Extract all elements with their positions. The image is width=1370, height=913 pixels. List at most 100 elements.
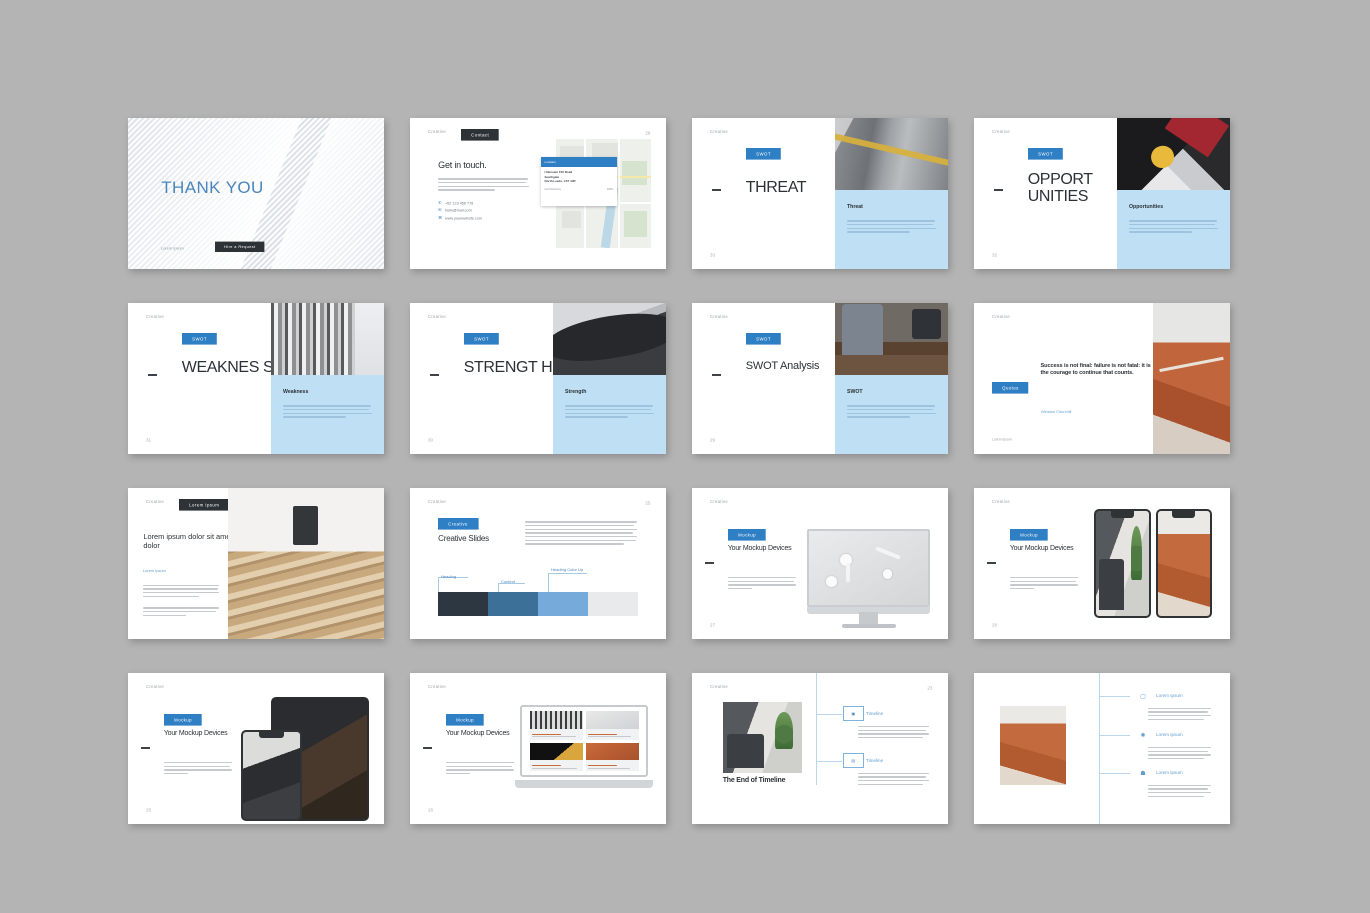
- page-number: 32: [991, 252, 997, 259]
- slide-swot-analysis[interactable]: Creative SWOT SWOT Analysis 29 SWOT: [692, 303, 948, 454]
- hire-request-button[interactable]: Hire a Request: [215, 241, 265, 253]
- threat-title: THREAT: [745, 178, 807, 196]
- opportunities-panel: Opportunities: [1117, 190, 1230, 269]
- feature-photo: [999, 706, 1067, 785]
- lorem-cover-subtitle: Lorem Ipsum: [143, 568, 167, 574]
- swot-panel-text: [846, 405, 937, 418]
- quote-footer-note: Lorem Ipsum: [991, 438, 1012, 442]
- slide-threat[interactable]: Creative SWOT THREAT 33 Threat: [692, 118, 948, 269]
- contact-value: +62 123 456 778: [445, 200, 474, 206]
- title-dash: [986, 561, 996, 564]
- imac-screen: [807, 528, 931, 607]
- page-number: 26: [427, 807, 433, 814]
- phone-screen-photo: [1157, 511, 1211, 616]
- imac-mockup: [807, 528, 931, 629]
- palette-label: Content: [501, 579, 516, 585]
- laptop-screen: [520, 704, 649, 778]
- swot-pill: SWOT: [463, 333, 499, 345]
- laptop-base: [514, 779, 654, 788]
- contact-value: hello@mail.com: [445, 207, 472, 213]
- location-card[interactable]: Location Unknown 156 Road Southgate Nort…: [540, 157, 618, 206]
- mockup-title: Your Mockup Devices: [1009, 545, 1074, 553]
- timeline-photo: [722, 701, 803, 773]
- palette-label: Heading Color Up: [551, 567, 584, 573]
- slide-mockup-tablet[interactable]: Creative 25 Mockup Your Mockup Devices: [128, 673, 384, 824]
- page-number: 30: [427, 437, 433, 444]
- mockup-title: Your Mockup Devices: [163, 730, 228, 738]
- location-card-body: Unknown 156 Road Southgate North Leeds, …: [541, 167, 618, 194]
- timeline-connector: [816, 713, 842, 715]
- brand-label: Creative: [991, 500, 1010, 505]
- swot-pill: SWOT: [181, 333, 217, 345]
- phone-screen-photo: [1096, 511, 1149, 616]
- mockup-paragraph: [163, 762, 233, 775]
- slide-lorem-cover[interactable]: Creative Lorem Ipsum Lorem ipsum dolor s…: [128, 488, 384, 639]
- user-icon: ☗: [1140, 770, 1146, 777]
- mockup-pill: Mockup: [727, 528, 766, 541]
- slide-quote[interactable]: Creative Quotes Success is not final: fa…: [974, 303, 1230, 454]
- website-card: [529, 710, 583, 740]
- bag-icon: ▢: [1140, 693, 1146, 700]
- page-number: 29: [645, 130, 651, 137]
- brand-label: Creative: [145, 315, 164, 320]
- slide-thank-you[interactable]: THANK YOU Lorem Ipsum Hire a Request: [128, 118, 384, 269]
- palette-swatch[interactable]: [438, 592, 489, 617]
- weakness-panel-text: [282, 405, 373, 418]
- website-card: [529, 742, 583, 772]
- image-icon: ▣: [843, 706, 864, 722]
- phone-notch: [1110, 511, 1134, 519]
- title-dash: [712, 188, 722, 191]
- title-dash: [422, 746, 432, 749]
- slide-opportunities[interactable]: Creative SWOT OPPORT UNITIES 32 Opportun…: [974, 118, 1230, 269]
- slide-mockup-laptop[interactable]: Creative 26 Mockup Your Mockup Devices: [410, 673, 666, 824]
- gear-icon: ✺: [1140, 733, 1146, 740]
- feature-connector: [1099, 772, 1131, 774]
- brand-label: Creative: [427, 315, 446, 320]
- get-directions-link[interactable]: Get Directions: [545, 188, 561, 191]
- contact-item[interactable]: ✆ +62 123 456 778: [438, 200, 540, 206]
- contact-item[interactable]: ✉ hello@mail.com: [438, 207, 540, 213]
- swot-pill: SWOT: [1027, 148, 1063, 160]
- threat-panel-title: Threat: [846, 203, 863, 210]
- strength-photo: [553, 303, 666, 376]
- contact-list: ✆ +62 123 456 778 ✉ hello@mail.com ⌘ www…: [438, 201, 540, 223]
- slide-creative-slides[interactable]: Creative 25 Creative Creative Slides Hea…: [410, 488, 666, 639]
- brand-label: Creative: [709, 130, 728, 135]
- opportunities-photo: [1117, 118, 1230, 191]
- thank-you-footer-note: Lorem Ipsum: [161, 245, 185, 251]
- brand-label: Creative: [991, 315, 1010, 320]
- imac-stand-neck: [858, 612, 879, 625]
- slide-end-of-timeline[interactable]: Creative 23 The End of Timeline ▣ Timeli…: [692, 673, 948, 824]
- threat-photo: [835, 118, 948, 191]
- phone-mockup: [240, 730, 303, 821]
- mockup-paragraph: [727, 577, 797, 590]
- mockup-pill: Mockup: [163, 713, 202, 726]
- feature-item-label: Lorem Ipsum: [1155, 731, 1183, 738]
- palette-swatch[interactable]: [537, 592, 588, 617]
- brand-label: Creative: [145, 685, 164, 690]
- swot-panel-title: SWOT: [846, 388, 863, 395]
- address-line: North Leeds, LS7 4JR: [544, 179, 576, 184]
- page-number: 25: [145, 807, 151, 814]
- laptop-mockup: [514, 704, 654, 790]
- slide-weakness[interactable]: Creative SWOT WEAKNES S 31 Weakness: [128, 303, 384, 454]
- slide-get-in-touch[interactable]: Creative Contact 29 Get in touch. ✆ +62 …: [410, 118, 666, 269]
- palette-swatch[interactable]: [587, 592, 638, 617]
- slide-mockup-phones[interactable]: Creative 28 Mockup Your Mockup Devices: [974, 488, 1230, 639]
- mockup-title: Your Mockup Devices: [445, 730, 510, 738]
- slide-grid: THANK YOU Lorem Ipsum Hire a Request Cre…: [128, 118, 1253, 824]
- thank-you-title: THANK YOU: [161, 178, 264, 198]
- website-card: [585, 710, 639, 740]
- brand-label: Creative: [145, 500, 164, 505]
- slide-mockup-imac[interactable]: Creative 27 Mockup Your Mockup Devices: [692, 488, 948, 639]
- palette-swatch[interactable]: [488, 592, 538, 617]
- feature-connector: [1099, 695, 1131, 697]
- creative-slides-paragraph: [525, 521, 638, 545]
- contact-item[interactable]: ⌘ www.yourwebsite.com: [438, 215, 540, 220]
- phone-screen-photo: [242, 732, 301, 819]
- feature-connector: [1099, 734, 1131, 736]
- slide-strength[interactable]: Creative SWOT STRENGT H 30 Strength: [410, 303, 666, 454]
- mockup-pill: Mockup: [1009, 528, 1048, 541]
- slide-feature-list[interactable]: ▢ Lorem Ipsum ✺ Lorem Ipsum ☗ Lorem Ipsu…: [974, 673, 1230, 824]
- contact-pill: Contact: [461, 128, 500, 141]
